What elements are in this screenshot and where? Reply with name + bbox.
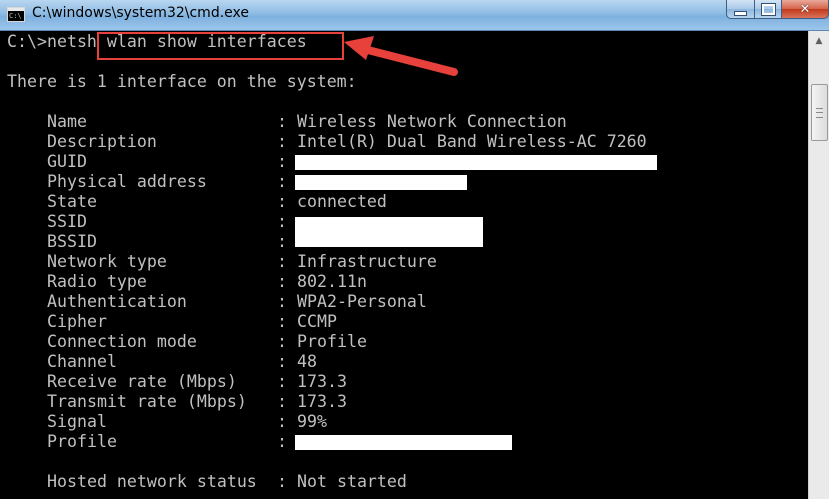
redacted-value [295, 155, 657, 170]
property-separator: : [277, 332, 287, 351]
property-value: WPA2-Personal [297, 292, 427, 311]
close-button[interactable]: ✕ [782, 0, 829, 19]
property-name: Channel [47, 352, 117, 371]
property-value: Intel(R) Dual Band Wireless-AC 7260 [297, 132, 647, 151]
property-value: 48 [297, 352, 317, 371]
summary-line: There is 1 interface on the system: [7, 72, 357, 91]
property-value: 173.3 [297, 372, 347, 391]
property-name: SSID [47, 212, 87, 231]
property-value: 173.3 [297, 392, 347, 411]
property-separator: : [277, 472, 287, 491]
property-name: Hosted network status [47, 472, 257, 491]
cmd-window: C:\ C:\windows\system32\cmd.exe ✕ C:\>ne… [0, 0, 829, 499]
property-value: connected [297, 192, 387, 211]
property-value: 99% [297, 412, 327, 431]
property-name: Signal [47, 412, 107, 431]
property-separator: : [277, 232, 287, 251]
redacted-value [295, 435, 512, 450]
minimize-icon [734, 10, 747, 16]
window-title: C:\windows\system32\cmd.exe [32, 5, 249, 21]
property-separator: : [277, 132, 287, 151]
property-name: State [47, 192, 97, 211]
property-separator: : [277, 252, 287, 271]
cmd-app-icon[interactable]: C:\ [7, 7, 25, 22]
app-icon-label: C:\ [9, 12, 22, 20]
property-separator: : [277, 312, 287, 331]
property-separator: : [277, 352, 287, 371]
property-name: BSSID [47, 232, 97, 251]
property-value: Not started [297, 472, 407, 491]
property-separator: : [277, 432, 287, 451]
scroll-up-arrow-icon[interactable]: ▲ [809, 31, 829, 51]
property-separator: : [277, 272, 287, 291]
maximize-button[interactable] [755, 0, 782, 19]
property-name: Description [47, 132, 157, 151]
property-separator: : [277, 412, 287, 431]
property-separator: : [277, 372, 287, 391]
property-separator: : [277, 292, 287, 311]
property-name: Connection mode [47, 332, 197, 351]
property-name: Network type [47, 252, 167, 271]
property-separator: : [277, 152, 287, 171]
redacted-value [295, 217, 483, 247]
property-name: Receive rate (Mbps) [47, 372, 237, 391]
property-separator: : [277, 112, 287, 131]
scroll-grip-icon [816, 108, 823, 118]
property-name: Name [47, 112, 87, 131]
command-prefix: netsh [46, 32, 97, 51]
property-separator: : [277, 392, 287, 411]
window-controls: ✕ [726, 0, 829, 20]
command-highlight-box [97, 32, 344, 60]
title-bar[interactable]: C:\ C:\windows\system32\cmd.exe ✕ [0, 0, 829, 31]
property-name: Authentication [47, 292, 187, 311]
redacted-value [295, 175, 467, 190]
close-icon: ✕ [799, 1, 811, 17]
scroll-thumb[interactable] [811, 84, 828, 141]
property-name: Transmit rate (Mbps) [47, 392, 247, 411]
minimize-button[interactable] [726, 0, 755, 19]
prompt-text: C:\> [7, 32, 47, 51]
property-name: GUID [47, 152, 87, 171]
property-value: 802.11n [297, 272, 367, 291]
property-separator: : [277, 192, 287, 211]
property-separator: : [277, 212, 287, 231]
annotation-arrow-icon [344, 36, 458, 76]
property-separator: : [277, 172, 287, 191]
property-value: CCMP [297, 312, 337, 331]
property-value: Profile [297, 332, 367, 351]
console-output[interactable]: C:\>netsh wlan show interfaces There is … [0, 31, 808, 499]
property-value: Wireless Network Connection [297, 112, 567, 131]
property-name: Cipher [47, 312, 107, 331]
property-value: Infrastructure [297, 252, 437, 271]
property-name: Profile [47, 432, 117, 451]
property-name: Physical address [47, 172, 207, 191]
vertical-scrollbar[interactable]: ▲ [808, 31, 829, 499]
property-name: Radio type [47, 272, 147, 291]
maximize-icon [760, 2, 776, 16]
